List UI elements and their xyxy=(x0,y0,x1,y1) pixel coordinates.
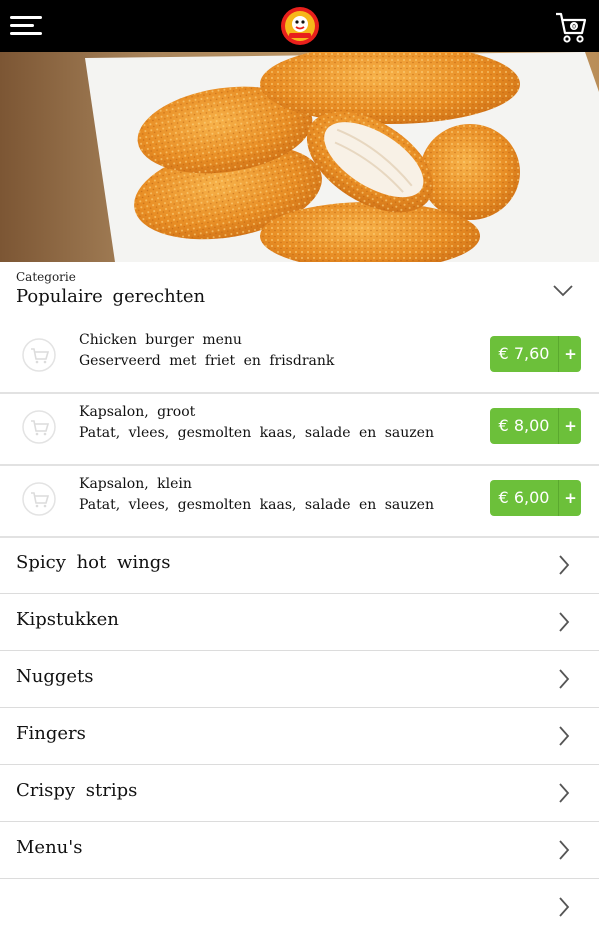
category-label: Spicy hot wings xyxy=(16,552,171,573)
category-item-menus[interactable]: Menu's xyxy=(0,821,599,879)
product-row[interactable]: Kapsalon, groot Patat, vlees, gesmolten … xyxy=(0,392,599,466)
category-label: Fingers xyxy=(16,723,86,744)
category-title: Populaire gerechten xyxy=(16,286,206,307)
chevron-right-icon xyxy=(559,783,570,803)
shopping-cart-icon[interactable]: 0 xyxy=(555,11,587,45)
product-description: Patat, vlees, gesmolten kaas, salade en … xyxy=(79,425,434,441)
category-item-partial[interactable] xyxy=(0,878,599,935)
chevron-right-icon xyxy=(559,555,570,575)
svg-text:0: 0 xyxy=(572,24,576,31)
category-item-nuggets[interactable]: Nuggets xyxy=(0,650,599,708)
chevron-right-icon xyxy=(559,840,570,860)
category-caption: Categorie xyxy=(16,270,76,284)
plus-icon: + xyxy=(558,480,581,516)
cart-circle-icon xyxy=(22,482,56,516)
add-to-cart-button[interactable]: € 6,00 + xyxy=(490,480,581,516)
product-name: Kapsalon, groot xyxy=(79,404,196,420)
restaurant-logo[interactable] xyxy=(280,6,320,46)
product-row[interactable]: Chicken burger menu Geserveerd met friet… xyxy=(0,320,599,394)
product-price: € 6,00 xyxy=(498,488,550,507)
top-bar: 0 xyxy=(0,0,599,52)
add-to-cart-button[interactable]: € 8,00 + xyxy=(490,408,581,444)
category-selector[interactable]: Categorie Populaire gerechten xyxy=(0,262,599,322)
product-description: Patat, vlees, gesmolten kaas, salade en … xyxy=(79,497,434,513)
category-item-kipstukken[interactable]: Kipstukken xyxy=(0,593,599,651)
cart-circle-icon xyxy=(22,410,56,444)
chevron-right-icon xyxy=(559,897,570,917)
plus-icon: + xyxy=(558,408,581,444)
chevron-right-icon xyxy=(559,726,570,746)
product-description: Geserveerd met friet en frisdrank xyxy=(79,353,335,369)
add-to-cart-button[interactable]: € 7,60 + xyxy=(490,336,581,372)
hamburger-menu-icon[interactable] xyxy=(10,16,42,36)
product-row[interactable]: Kapsalon, klein Patat, vlees, gesmolten … xyxy=(0,464,599,538)
product-name: Chicken burger menu xyxy=(79,332,242,348)
cart-circle-icon xyxy=(22,338,56,372)
category-label: Menu's xyxy=(16,837,83,858)
product-price: € 7,60 xyxy=(498,344,550,363)
chevron-right-icon xyxy=(559,669,570,689)
category-label: Nuggets xyxy=(16,666,94,687)
category-label: Crispy strips xyxy=(16,780,138,801)
category-item-spicy-hot-wings[interactable]: Spicy hot wings xyxy=(0,536,599,594)
chevron-right-icon xyxy=(559,612,570,632)
product-name: Kapsalon, klein xyxy=(79,476,192,492)
chevron-down-icon[interactable] xyxy=(552,284,574,298)
plus-icon: + xyxy=(558,336,581,372)
product-price: € 8,00 xyxy=(498,416,550,435)
hero-image-nuggets xyxy=(0,52,599,262)
category-label: Kipstukken xyxy=(16,609,119,630)
category-item-crispy-strips[interactable]: Crispy strips xyxy=(0,764,599,822)
category-item-fingers[interactable]: Fingers xyxy=(0,707,599,765)
